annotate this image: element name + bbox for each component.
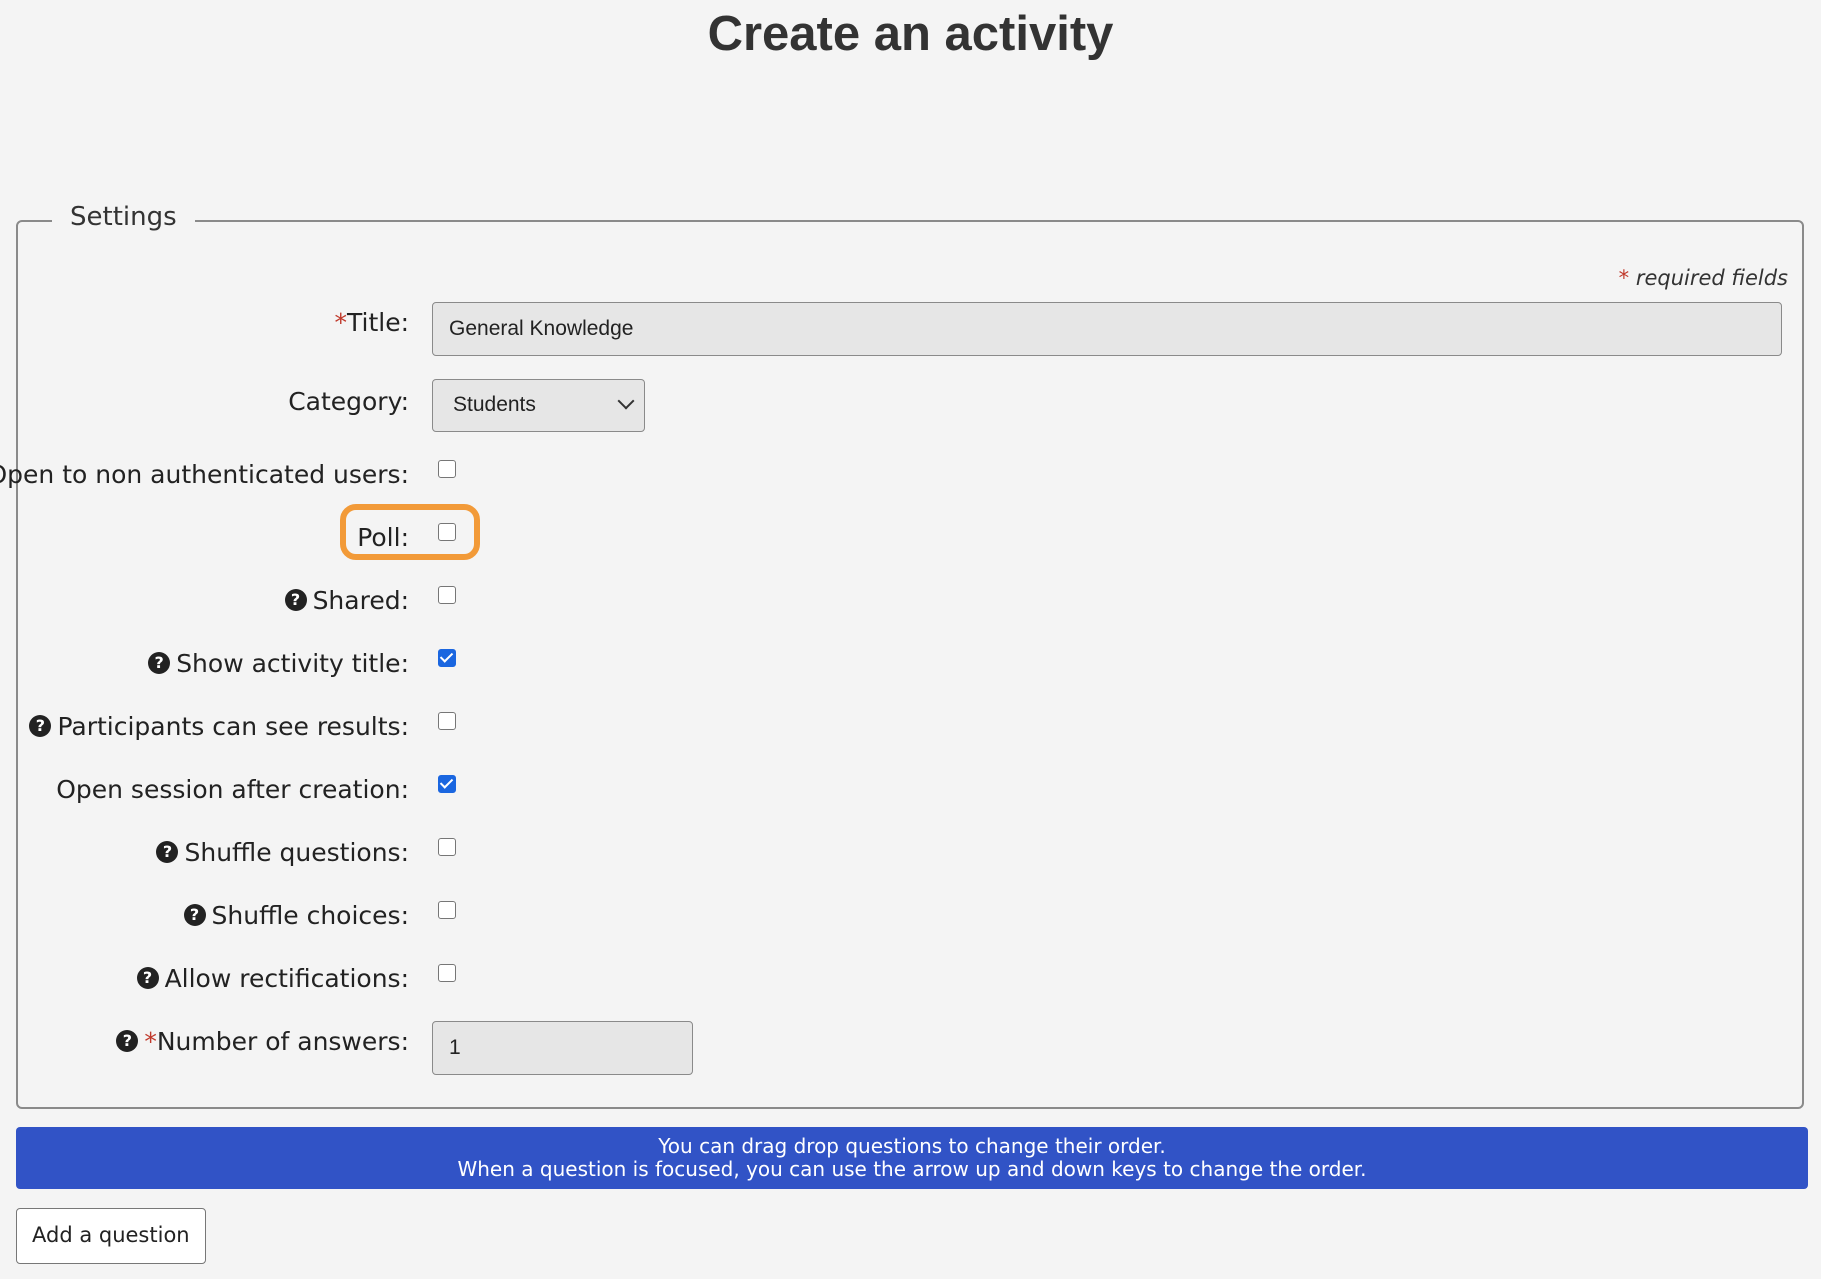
show-title-label: ? Show activity title: — [148, 643, 409, 683]
poll-highlight-box — [340, 504, 480, 560]
shared-label: ? Shared: — [284, 580, 409, 620]
open-session-checkbox[interactable] — [438, 775, 456, 793]
question-circle-icon[interactable]: ? — [183, 904, 206, 926]
shared-row: ? Shared: — [18, 580, 1802, 636]
shuffle-questions-row: ? Shuffle questions: — [18, 832, 1802, 888]
shuffle-choices-label-text: Shuffle choices: — [211, 900, 409, 930]
allow-rectifications-label: ? Allow rectifications: — [136, 958, 409, 998]
question-circle-icon[interactable]: ? — [284, 589, 307, 611]
question-circle-icon[interactable]: ? — [136, 967, 159, 989]
shared-label-text: Shared: — [312, 585, 409, 615]
required-star: * — [334, 307, 348, 337]
category-label: Category: — [288, 386, 409, 416]
open-session-row: Open session after creation: — [18, 769, 1802, 825]
reorder-info-banner: You can drag drop questions to change th… — [16, 1127, 1808, 1189]
settings-fieldset: Settings * required fields *Title: Gener… — [0, 202, 1804, 1109]
allow-rectifications-checkbox[interactable] — [438, 964, 456, 982]
settings-legend: Settings — [52, 202, 195, 232]
banner-line-1: You can drag drop questions to change th… — [658, 1134, 1166, 1158]
category-selected-value: Students — [453, 393, 536, 416]
banner-line-2: When a question is focused, you can use … — [457, 1157, 1367, 1181]
shuffle-questions-label-text: Shuffle questions: — [184, 837, 409, 867]
show-title-checkbox[interactable] — [438, 649, 456, 667]
category-select[interactable]: Students — [432, 379, 645, 432]
title-label: *Title: — [335, 302, 410, 342]
shuffle-choices-label: ? Shuffle choices: — [183, 895, 409, 935]
question-circle-icon[interactable]: ? — [148, 652, 171, 674]
required-star: * — [144, 1026, 157, 1056]
open-session-label: Open session after creation: — [56, 774, 409, 804]
participants-results-row: ? Participants can see results: — [18, 706, 1802, 762]
shuffle-choices-row: ? Shuffle choices: — [18, 895, 1802, 951]
participants-results-checkbox[interactable] — [438, 712, 456, 730]
category-row: Category: Students — [18, 379, 1802, 435]
num-answers-label-text: Number of answers: — [156, 1026, 409, 1056]
required-note-text: required fields — [1635, 266, 1788, 290]
num-answers-input[interactable]: 1 — [432, 1021, 693, 1075]
open-non-auth-checkbox[interactable] — [438, 460, 456, 478]
required-star: * — [1618, 266, 1630, 290]
poll-row: Poll: — [18, 517, 1802, 573]
shuffle-questions-label: ? Shuffle questions: — [156, 832, 409, 872]
num-answers-row: ? *Number of answers: 1 — [18, 1021, 1802, 1077]
open-non-auth-row: Open to non authenticated users: — [0, 454, 1802, 510]
chevron-down-icon — [617, 392, 635, 410]
allow-rectifications-label-text: Allow rectifications: — [164, 963, 409, 993]
num-answers-label: ? *Number of answers: — [116, 1021, 409, 1061]
allow-rectifications-row: ? Allow rectifications: — [18, 958, 1802, 1014]
participants-results-label-text: Participants can see results: — [57, 711, 409, 741]
title-input[interactable]: General Knowledge — [432, 302, 1782, 356]
page-title: Create an activity — [707, 7, 1114, 61]
show-title-label-text: Show activity title: — [176, 648, 409, 678]
required-fields-note: * required fields — [1619, 266, 1788, 290]
title-row: *Title: General Knowledge — [18, 302, 1802, 358]
shared-checkbox[interactable] — [438, 586, 456, 604]
question-circle-icon[interactable]: ? — [156, 841, 179, 863]
shuffle-questions-checkbox[interactable] — [438, 838, 456, 856]
add-question-button[interactable]: Add a question — [16, 1208, 206, 1264]
question-circle-icon[interactable]: ? — [29, 715, 52, 737]
title-label-text: Title: — [347, 307, 409, 337]
open-non-auth-label: Open to non authenticated users: — [0, 459, 409, 489]
question-circle-icon[interactable]: ? — [116, 1030, 139, 1052]
participants-results-label: ? Participants can see results: — [29, 706, 409, 746]
show-title-row: ? Show activity title: — [18, 643, 1802, 699]
shuffle-choices-checkbox[interactable] — [438, 901, 456, 919]
